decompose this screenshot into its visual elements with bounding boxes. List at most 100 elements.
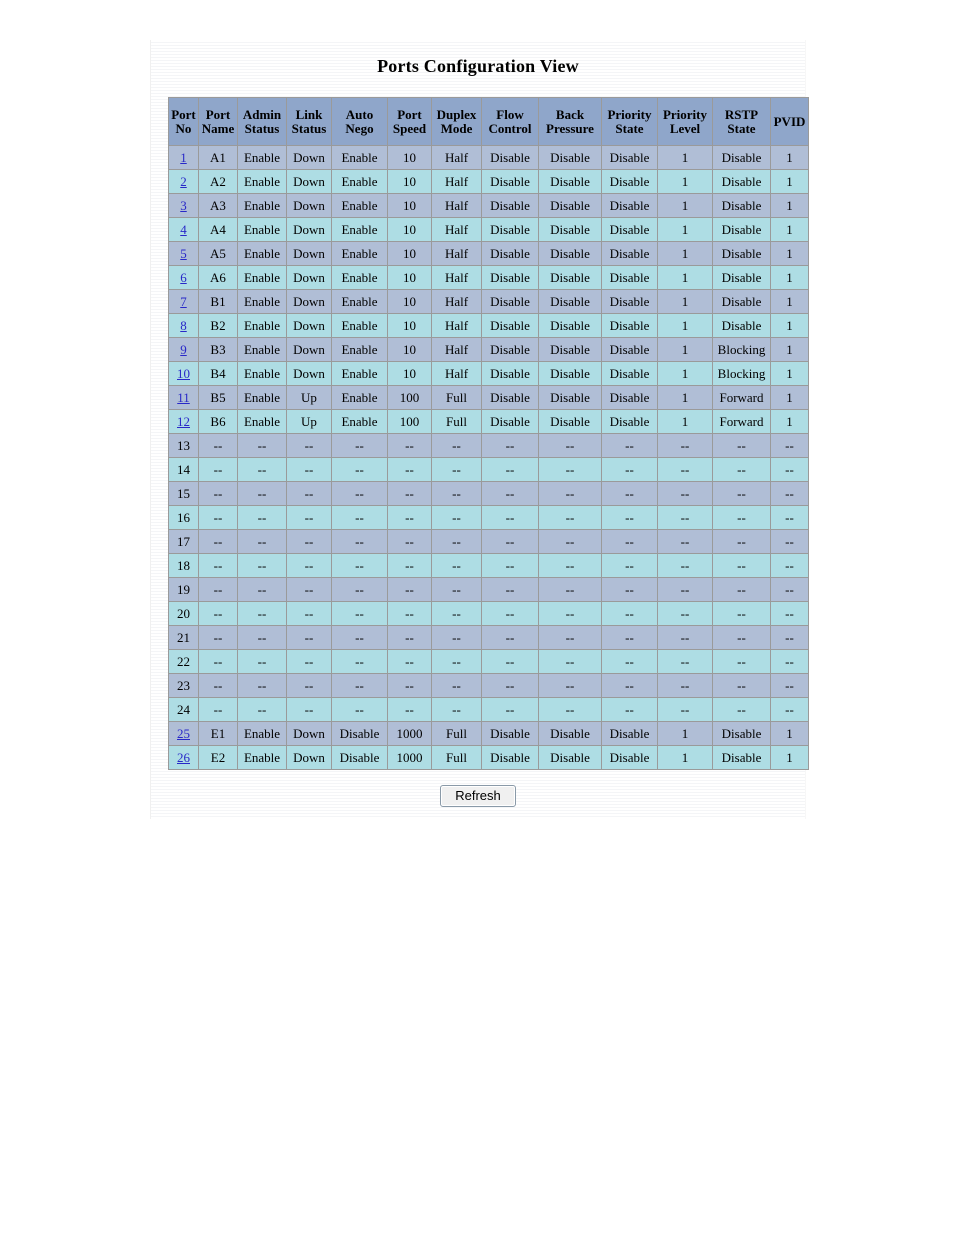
cell-port_name: B2	[198, 313, 238, 338]
cell-link_status: Down	[286, 145, 332, 170]
column-header-line2: Mode	[440, 120, 473, 136]
cell-pvid: --	[770, 625, 809, 650]
table-row: 18 -- -- -- -- -- -- -- -- -- -- -- --	[168, 553, 809, 578]
cell-port_speed: --	[387, 553, 432, 578]
cell-priority_level: --	[657, 481, 713, 506]
column-header-line2: Status	[244, 120, 280, 136]
column-header-line1: Link	[295, 106, 323, 122]
cell-back_pressure: Disable	[538, 145, 602, 170]
cell-duplex_mode: Half	[431, 361, 482, 386]
cell-port_no[interactable]: 3	[168, 193, 199, 218]
cell-port_no[interactable]: 2	[168, 169, 199, 194]
table-row: 3 A3 Enable Down Enable 10 Half Disable Disable D…	[168, 193, 809, 218]
port-number-link[interactable]: 1	[180, 150, 187, 165]
cell-port_no: 24	[168, 697, 199, 722]
cell-port_no[interactable]: 5	[168, 241, 199, 266]
port-number-link[interactable]: 7	[180, 294, 187, 309]
refresh-button[interactable]: Refresh	[440, 785, 516, 807]
cell-priority_state: --	[601, 505, 658, 530]
cell-admin_status: Enable	[237, 313, 287, 338]
cell-port_speed: --	[387, 481, 432, 506]
cell-port_name: --	[198, 625, 238, 650]
cell-flow_control: Disable	[481, 385, 539, 410]
cell-port_name: B6	[198, 409, 238, 434]
cell-link_status: --	[286, 433, 332, 458]
port-number-link[interactable]: 5	[180, 246, 187, 261]
cell-duplex_mode: --	[431, 505, 482, 530]
cell-port_name: --	[198, 673, 238, 698]
cell-port_speed: --	[387, 505, 432, 530]
cell-rstp_state: --	[712, 625, 771, 650]
cell-link_status: --	[286, 529, 332, 554]
cell-port_no[interactable]: 1	[168, 145, 199, 170]
cell-back_pressure: Disable	[538, 337, 602, 362]
cell-auto_nego: Enable	[331, 217, 388, 242]
cell-admin_status: --	[237, 457, 287, 482]
cell-port_no[interactable]: 7	[168, 289, 199, 314]
cell-duplex_mode: --	[431, 433, 482, 458]
cell-admin_status: Enable	[237, 217, 287, 242]
cell-port_no[interactable]: 12	[168, 409, 199, 434]
cell-flow_control: --	[481, 433, 539, 458]
cell-port_no[interactable]: 10	[168, 361, 199, 386]
port-number-link[interactable]: 8	[180, 318, 187, 333]
cell-pvid: 1	[770, 721, 809, 746]
cell-port_no: 14	[168, 457, 199, 482]
cell-auto_nego: --	[331, 553, 388, 578]
table-row: 21 -- -- -- -- -- -- -- -- -- -- -- --	[168, 625, 809, 650]
cell-pvid: 1	[770, 169, 809, 194]
port-number-link[interactable]: 10	[177, 366, 190, 381]
cell-port_no[interactable]: 11	[168, 385, 199, 410]
cell-auto_nego: Enable	[331, 265, 388, 290]
cell-priority_level: 1	[657, 409, 713, 434]
cell-admin_status: Enable	[237, 745, 287, 770]
cell-port_name: --	[198, 481, 238, 506]
column-header-line2: Pressure	[546, 120, 594, 136]
port-number-link[interactable]: 26	[177, 750, 190, 765]
cell-priority_level: 1	[657, 217, 713, 242]
cell-port_no[interactable]: 4	[168, 217, 199, 242]
cell-port_no[interactable]: 8	[168, 313, 199, 338]
port-number-link[interactable]: 6	[180, 270, 187, 285]
cell-priority_level: --	[657, 553, 713, 578]
column-header-back_pressure: Back Pressure	[538, 97, 602, 146]
port-number-link[interactable]: 9	[180, 342, 187, 357]
cell-port_no[interactable]: 26	[168, 745, 199, 770]
cell-pvid: 1	[770, 745, 809, 770]
cell-port_no[interactable]: 9	[168, 337, 199, 362]
port-number-link[interactable]: 3	[180, 198, 187, 213]
cell-duplex_mode: Half	[431, 313, 482, 338]
cell-rstp_state: --	[712, 433, 771, 458]
cell-port_no: 20	[168, 601, 199, 626]
cell-back_pressure: --	[538, 649, 602, 674]
port-number-link[interactable]: 2	[180, 174, 187, 189]
port-number-link[interactable]: 25	[177, 726, 190, 741]
cell-port_no[interactable]: 6	[168, 265, 199, 290]
cell-auto_nego: Enable	[331, 193, 388, 218]
cell-link_status: --	[286, 553, 332, 578]
cell-port_name: E1	[198, 721, 238, 746]
cell-back_pressure: --	[538, 529, 602, 554]
port-number-link[interactable]: 4	[180, 222, 187, 237]
cell-priority_state: Disable	[601, 289, 658, 314]
cell-port_no[interactable]: 25	[168, 721, 199, 746]
cell-link_status: --	[286, 577, 332, 602]
cell-duplex_mode: Half	[431, 289, 482, 314]
cell-port_name: --	[198, 505, 238, 530]
table-row: 8 B2 Enable Down Enable 10 Half Disable Disable D…	[168, 313, 809, 338]
port-number-link[interactable]: 11	[177, 390, 190, 405]
cell-pvid: --	[770, 529, 809, 554]
cell-port_name: --	[198, 457, 238, 482]
cell-back_pressure: Disable	[538, 361, 602, 386]
cell-port_speed: --	[387, 697, 432, 722]
cell-pvid: 1	[770, 361, 809, 386]
cell-pvid: 1	[770, 289, 809, 314]
port-number-link[interactable]: 12	[177, 414, 190, 429]
cell-link_status: Down	[286, 265, 332, 290]
cell-admin_status: --	[237, 505, 287, 530]
cell-flow_control: Disable	[481, 241, 539, 266]
column-header-port_speed: Port Speed	[387, 97, 432, 146]
table-row: 12 B6 Enable Up Enable 100 Full Disable Disable D…	[168, 409, 809, 434]
cell-priority_state: Disable	[601, 241, 658, 266]
cell-port_speed: 100	[387, 409, 432, 434]
